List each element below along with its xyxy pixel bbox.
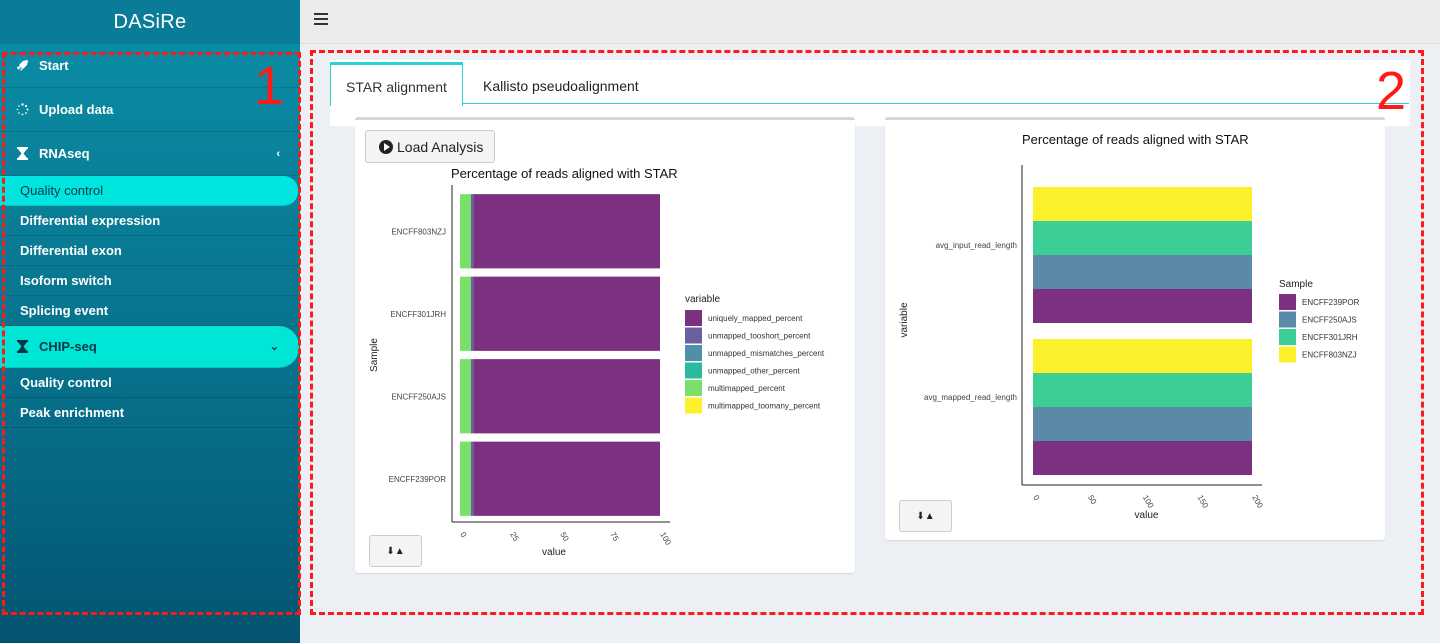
annotation-box-1 <box>2 52 301 615</box>
top-navbar <box>300 0 1440 44</box>
hamburger-menu-icon[interactable] <box>314 13 328 27</box>
annotation-label-1: 1 <box>254 56 285 116</box>
annotation-label-2: 2 <box>1376 61 1407 121</box>
annotation-box-2 <box>310 50 1424 615</box>
app-logo: DASiRe <box>0 0 300 44</box>
